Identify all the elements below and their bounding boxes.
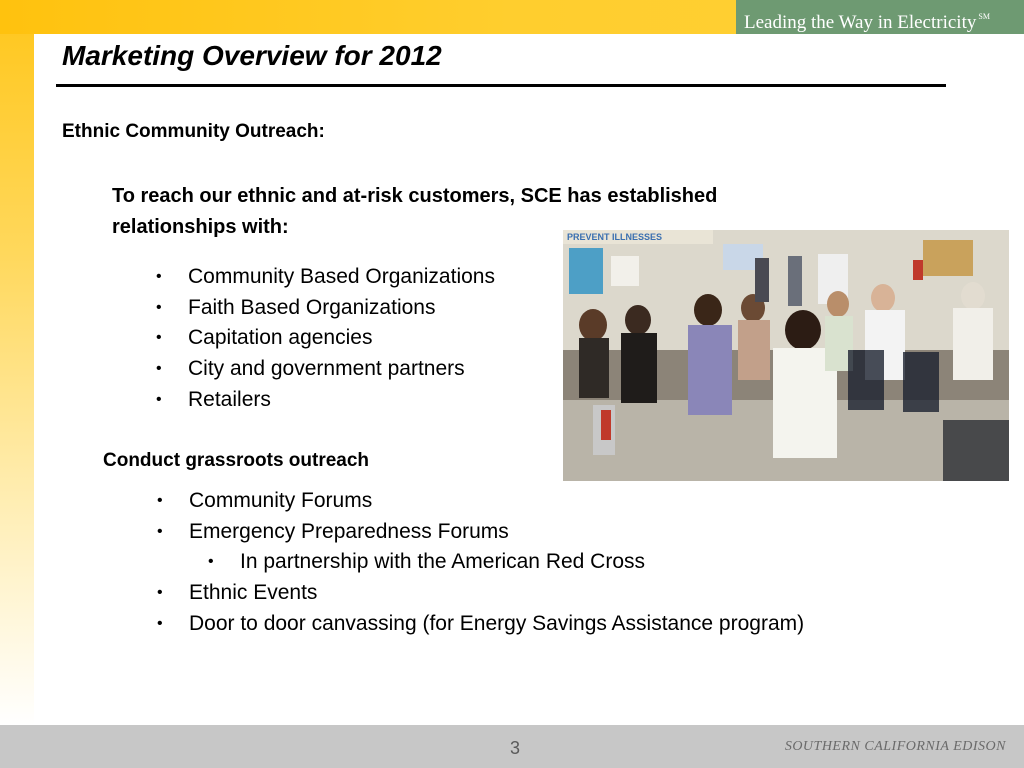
section-heading-grassroots: Conduct grassroots outreach <box>103 450 370 471</box>
list-item: • Capitation agencies <box>156 323 495 354</box>
bullet-icon: • <box>157 522 163 540</box>
list-item-text: City and government partners <box>188 357 465 381</box>
list-item-text: Faith Based Organizations <box>188 295 436 319</box>
list-item: • Faith Based Organizations <box>156 293 495 324</box>
list-item: • City and government partners <box>156 354 495 385</box>
list-item-text: Ethnic Events <box>189 581 318 605</box>
outreach-list: • Community Forums • Emergency Preparednes… <box>157 486 804 639</box>
list-item: • Community Forums <box>157 486 804 517</box>
bullet-icon: • <box>157 492 163 509</box>
list-item: • Retailers <box>156 385 495 416</box>
bullet-icon: • <box>156 360 162 378</box>
list-item: • Door to door canvassing (for Energy Sav… <box>157 609 804 640</box>
relationships-list: • Community Based Organizations • Faith Ba… <box>156 262 495 415</box>
list-item-text: Community Forums <box>189 489 373 512</box>
company-name-footer: SOUTHERN CALIFORNIA EDISON <box>784 739 1006 754</box>
left-gradient-band <box>0 0 34 725</box>
photo-banner-text: PREVENT ILLNESSES <box>567 232 662 242</box>
bullet-icon: • <box>156 268 162 285</box>
section-heading-ethnic-outreach: Ethnic Community Outreach: <box>62 121 325 142</box>
list-item-text: Capitation agencies <box>188 326 373 350</box>
bullet-icon: • <box>157 614 163 632</box>
list-item-text: Door to door canvassing (for Energy Savi… <box>189 611 805 635</box>
list-item: • Community Based Organizations <box>156 262 495 293</box>
bullet-icon: • <box>156 390 162 408</box>
community-meeting-photo: PREVENT ILLNESSES <box>563 230 1009 481</box>
tagline-banner: Leading the Way in Electricity SM <box>736 0 1024 34</box>
service-mark: SM <box>978 12 990 21</box>
bullet-icon: • <box>157 584 163 602</box>
list-item-text: Retailers <box>188 387 271 411</box>
list-item: • Ethnic Events <box>157 578 804 609</box>
title-underline-rule <box>56 84 946 87</box>
tagline-text: Leading the Way in Electricity <box>744 12 977 33</box>
intro-line-1: To reach our ethnic and at-risk customer… <box>112 185 718 207</box>
bullet-icon: • <box>208 553 214 571</box>
community-meeting-photo-illustration: PREVENT ILLNESSES <box>563 230 1009 481</box>
bullet-icon: • <box>156 329 162 347</box>
list-item-text: In partnership with the American Red Cro… <box>240 550 646 574</box>
list-item: • Emergency Preparedness Forums <box>157 517 804 548</box>
bullet-icon: • <box>156 298 162 316</box>
list-item-text: Community Based Organizations <box>188 265 495 288</box>
slide-title: Marketing Overview for 2012 <box>62 40 442 71</box>
list-item-text: Emergency Preparedness Forums <box>189 519 509 543</box>
sub-list-item: • In partnership with the American Red Cr… <box>157 547 804 578</box>
page-number: 3 <box>510 738 521 758</box>
